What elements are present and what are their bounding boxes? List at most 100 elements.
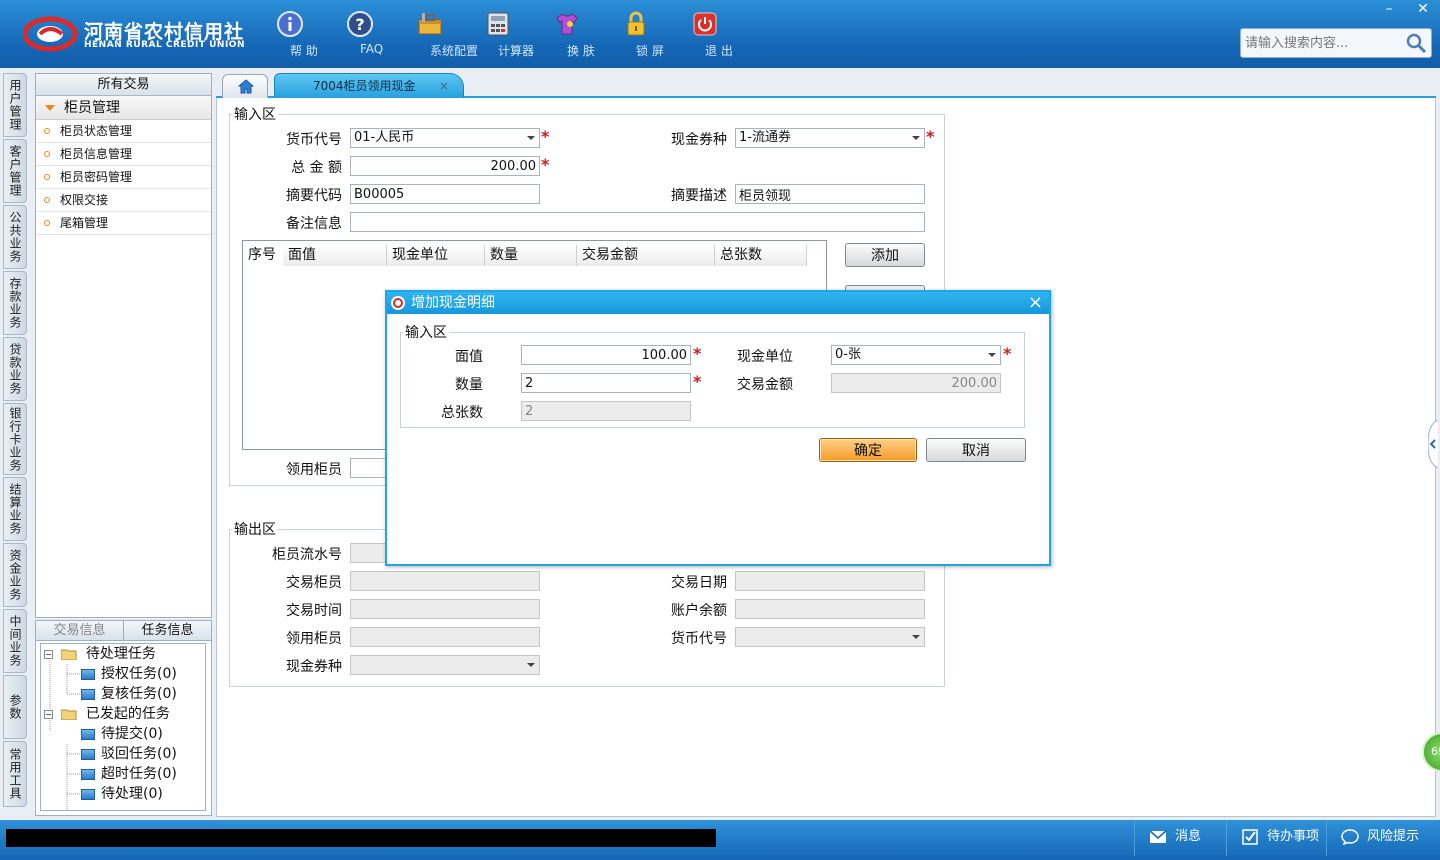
calculator-button[interactable]: 计算器	[468, 8, 534, 64]
messages-button[interactable]: 消息	[1134, 820, 1226, 856]
tab-transaction-info[interactable]: 交易信息	[36, 621, 123, 640]
dialog-input-legend: 输入区	[405, 325, 447, 341]
vtab-label: 存款业务	[8, 277, 22, 329]
grid-header-seq: 序号	[248, 247, 276, 263]
vtab-bank-card-business[interactable]: 银行卡业务	[3, 403, 27, 475]
dropdown-arrow-icon	[912, 635, 920, 639]
vtab-deposit-business[interactable]: 存款业务	[3, 271, 27, 335]
task-list-icon	[81, 668, 95, 680]
help-button[interactable]: 帮 助	[260, 8, 320, 64]
total-amount-label: 总 金 额	[291, 160, 342, 176]
tree-label: 待处理任务	[85, 646, 156, 662]
total-sheets-input	[521, 401, 691, 421]
change-skin-button[interactable]: 换 肤	[537, 8, 597, 64]
credit-union-logo-icon	[24, 16, 78, 52]
vtab-loan-business[interactable]: 贷款业务	[3, 337, 27, 401]
receiving-teller-input[interactable]	[350, 458, 386, 478]
menu-item-teller-password[interactable]: 柜员密码管理	[36, 166, 211, 189]
tree-node-pending-tasks[interactable]: − 待处理任务	[44, 644, 156, 664]
menu-group-teller-management[interactable]: 柜员管理	[36, 96, 211, 120]
menu-item-tail-box[interactable]: 尾箱管理	[36, 212, 211, 235]
tree-node-review-tasks[interactable]: 复核任务(0)	[81, 684, 177, 704]
tree-node-auth-tasks[interactable]: 授权任务(0)	[81, 664, 177, 684]
app-icon	[391, 296, 405, 310]
out-teller-label: 领用柜员	[286, 631, 342, 647]
vtab-customer-management[interactable]: 客户管理	[3, 139, 27, 203]
face-value-input[interactable]	[521, 345, 691, 365]
minimize-button[interactable]: –	[1372, 0, 1406, 18]
grid-header-cash-unit: 现金单位	[387, 245, 485, 266]
tab-close-icon[interactable]: ×	[439, 74, 449, 98]
lock-screen-button[interactable]: 锁 屏	[606, 8, 666, 64]
risk-alert-button[interactable]: 风险提示	[1326, 820, 1440, 856]
tree-node-timeout[interactable]: 超时任务(0)	[81, 764, 177, 784]
add-button[interactable]: 添加	[845, 243, 925, 267]
top-header: 河南省农村信用社 HENAN RURAL CREDIT UNION 帮 助 ? …	[0, 0, 1440, 68]
vtab-user-management[interactable]: 用户管理	[3, 73, 27, 137]
required-mark: *	[541, 155, 550, 174]
tree-label: 授权任务(0)	[101, 666, 177, 682]
todo-button[interactable]: 待办事项	[1226, 820, 1326, 856]
tree-node-initiated-tasks[interactable]: − 已发起的任务	[44, 704, 170, 724]
logo-text-en: HENAN RURAL CREDIT UNION	[84, 40, 245, 50]
tree-node-to-process[interactable]: 待处理(0)	[81, 784, 163, 804]
all-transactions-header[interactable]: 所有交易	[36, 74, 211, 96]
bullet-icon	[44, 128, 50, 134]
currency-label: 货币代号	[286, 132, 342, 148]
currency-select[interactable]: 01-人民币	[350, 128, 540, 148]
collapse-side-icon[interactable]	[1428, 420, 1438, 468]
tab-teller-cash-withdraw[interactable]: 7004柜员领用现金 ×	[274, 73, 464, 98]
menu-item-teller-info[interactable]: 柜员信息管理	[36, 143, 211, 166]
cash-type-value: 1-流通券	[739, 130, 791, 145]
vtab-label: 贷款业务	[8, 343, 22, 395]
total-amount-input[interactable]	[350, 156, 540, 176]
power-icon	[693, 12, 717, 36]
vtab-intermediate-business[interactable]: 中间业务	[3, 609, 27, 673]
menu-item-label: 柜员密码管理	[60, 170, 133, 184]
search-box	[1240, 28, 1432, 58]
dialog-close-icon[interactable]: ×	[1028, 292, 1043, 314]
faq-button[interactable]: ? FAQ	[330, 8, 390, 64]
dialog-titlebar[interactable]: 增加现金明细 ×	[387, 292, 1049, 314]
vtab-label: 用户管理	[8, 79, 22, 131]
summary-code-input[interactable]	[350, 184, 540, 204]
bullet-icon	[44, 174, 50, 180]
exit-button[interactable]: 退 出	[675, 8, 735, 64]
cash-type-select[interactable]: 1-流通券	[735, 128, 925, 148]
tree-node-to-submit[interactable]: 待提交(0)	[81, 724, 163, 744]
cancel-button[interactable]: 取消	[926, 438, 1026, 462]
cash-unit-select[interactable]: 0-张	[831, 345, 1001, 365]
tab-task-info[interactable]: 任务信息	[123, 621, 211, 640]
vtab-funds-business[interactable]: 资金业务	[3, 543, 27, 607]
menu-item-teller-status[interactable]: 柜员状态管理	[36, 120, 211, 143]
collapse-icon[interactable]: −	[44, 649, 53, 659]
cash-unit-value: 0-张	[835, 347, 861, 362]
quantity-input[interactable]	[521, 373, 691, 393]
search-input[interactable]	[1245, 33, 1405, 53]
cash-type-label: 现金券种	[671, 132, 727, 148]
summary-desc-input[interactable]	[735, 184, 925, 204]
tree-node-rejected[interactable]: 驳回任务(0)	[81, 744, 177, 764]
teller-serial-label: 柜员流水号	[272, 547, 342, 563]
search-icon[interactable]	[1405, 32, 1427, 54]
tab-home[interactable]	[222, 74, 268, 98]
close-window-button[interactable]: ✕	[1406, 0, 1440, 18]
vtab-common-tools[interactable]: 常用工具	[3, 741, 27, 807]
remark-input[interactable]	[350, 212, 925, 232]
out-currency-label: 货币代号	[671, 631, 727, 647]
menu-item-label: 尾箱管理	[60, 216, 109, 230]
vtab-settlement-business[interactable]: 结算业务	[3, 477, 27, 541]
collapse-icon[interactable]: −	[44, 709, 53, 719]
vtab-parameters[interactable]: 参数	[3, 675, 27, 739]
confirm-button[interactable]: 确定	[819, 438, 917, 462]
vtab-public-business[interactable]: 公共业务	[3, 205, 27, 269]
vtab-label: 中间业务	[8, 615, 22, 667]
system-config-button[interactable]: 系统配置	[400, 8, 478, 64]
required-mark: *	[1003, 344, 1012, 363]
grid-header-amount: 交易金额	[577, 245, 715, 266]
help-label: 帮 助	[290, 44, 318, 58]
menu-item-permission-handover[interactable]: 权限交接	[36, 189, 211, 212]
task-tree: − 待处理任务 授权任务(0) 复核任务(0) − 已发起的任务 待提交(0) …	[40, 643, 206, 812]
task-list-icon	[81, 748, 95, 760]
bullet-icon	[44, 151, 50, 157]
